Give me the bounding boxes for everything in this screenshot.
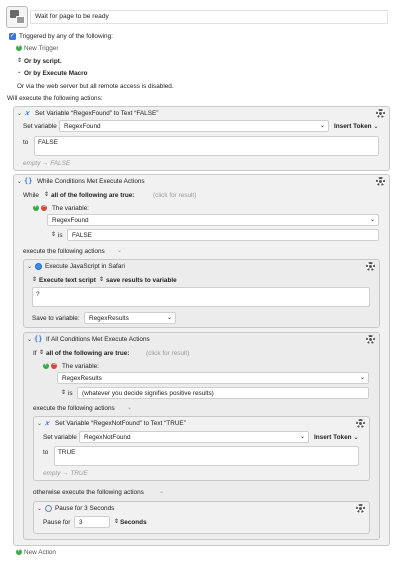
braces-icon: {} — [34, 335, 43, 343]
gear-icon[interactable] — [356, 419, 365, 428]
gear-icon[interactable] — [356, 504, 365, 513]
action-status: empty → FALSE — [23, 160, 71, 167]
safari-icon — [35, 263, 42, 270]
while-label: While — [23, 192, 39, 199]
updown-icon: ⇕ — [17, 58, 23, 64]
chevron-down-icon[interactable]: ⌄ — [127, 405, 132, 411]
pause-unit-select[interactable]: Seconds — [120, 519, 147, 526]
chevron-down-icon: ⌄ — [319, 123, 325, 129]
set-variable-title[interactable]: Set Variable “RegexNotFound” to Text “TR… — [55, 420, 186, 427]
set-variable-label: Set variable — [43, 434, 77, 441]
updown-icon: ⇕ — [61, 390, 67, 396]
if-label: If — [33, 350, 37, 357]
or-by-execute-macro-label[interactable]: Or by Execute Macro — [24, 70, 88, 77]
remove-condition-minus-icon[interactable]: − — [51, 362, 57, 369]
chevron-down-icon: ⌄ — [299, 434, 305, 440]
set-variable-title[interactable]: Set Variable “RegexFound” to Text “FALSE… — [35, 110, 158, 117]
checkbox-icon: ✓ — [10, 33, 16, 39]
insert-token-button[interactable]: Insert Token ⌄ — [314, 434, 359, 441]
condition-mode-select[interactable]: all of the following are true: — [46, 350, 129, 357]
condition-variable-field[interactable]: RegexResults ⌄ — [57, 372, 369, 384]
gear-icon[interactable] — [366, 335, 375, 344]
value-text-area[interactable]: FALSE — [34, 136, 379, 156]
script-mode-select[interactable]: Execute text script — [39, 277, 96, 284]
collapse-chevron-icon[interactable]: ⌄ — [27, 264, 32, 270]
macro-icon — [6, 6, 28, 28]
updown-icon: ⇕ — [114, 519, 120, 525]
chevron-down-icon: ⌄ — [359, 375, 365, 381]
variable-icon: 𝑥 — [45, 418, 49, 427]
new-trigger-plus-icon[interactable]: + — [16, 44, 22, 51]
chevron-down-icon: ⌄ — [371, 123, 379, 130]
execute-actions-label: execute the following actions — [33, 405, 115, 412]
chevron-down-icon[interactable]: ⌄ — [159, 489, 164, 495]
save-to-variable-field[interactable]: RegexResults ⌄ — [84, 312, 176, 324]
action-status: empty → TRUE — [43, 470, 88, 477]
will-execute-label: Will execute the following actions: — [7, 95, 103, 102]
execute-actions-label: execute the following actions — [23, 248, 105, 255]
variable-name-field[interactable]: RegexNotFound ⌄ — [79, 431, 309, 443]
new-action-link[interactable]: New Action — [24, 549, 56, 556]
condition-type-label: The variable: — [62, 363, 99, 370]
condition-value-field[interactable]: FALSE — [67, 229, 379, 241]
condition-value-field[interactable]: (whatever you decide signifies positive … — [77, 387, 369, 399]
set-variable-label: Set variable — [23, 123, 57, 130]
triggered-label: Triggered by any of the following: — [19, 33, 113, 40]
braces-icon: {} — [24, 177, 33, 185]
clock-icon — [45, 505, 52, 512]
triggered-checkbox[interactable]: ✓ — [9, 33, 16, 40]
new-action-plus-icon[interactable]: + — [16, 548, 22, 555]
collapse-chevron-icon[interactable]: ⌄ — [27, 337, 32, 343]
pause-title[interactable]: Pause for 3 Seconds — [55, 505, 114, 512]
add-condition-plus-icon[interactable]: + — [43, 362, 49, 369]
macro-title[interactable]: Wait for page to be ready — [30, 10, 388, 24]
add-condition-plus-icon[interactable]: + — [33, 204, 39, 211]
pause-for-label: Pause for — [43, 519, 71, 526]
script-text-area[interactable]: ? — [32, 287, 370, 307]
condition-operator-select[interactable]: is — [68, 390, 73, 397]
otherwise-actions-label: otherwise execute the following actions — [33, 489, 144, 496]
collapse-chevron-icon[interactable]: ⌄ — [17, 111, 22, 117]
remove-condition-minus-icon[interactable]: − — [41, 204, 47, 211]
chevron-down-icon: ⌄ — [17, 69, 22, 75]
to-label: to — [23, 139, 29, 146]
collapse-chevron-icon[interactable]: ⌄ — [17, 179, 22, 185]
chevron-down-icon: ⌄ — [166, 315, 172, 321]
save-to-label: Save to variable: — [32, 315, 80, 322]
condition-operator-select[interactable]: is — [58, 232, 63, 239]
condition-type-label: The variable: — [52, 205, 89, 212]
chevron-down-icon: ⌄ — [351, 434, 359, 441]
updown-icon: ⇕ — [99, 277, 105, 283]
updown-icon: ⇕ — [51, 232, 57, 238]
gear-icon[interactable] — [366, 262, 375, 271]
if-title[interactable]: If All Conditions Met Execute Actions — [46, 336, 150, 343]
web-server-note: Or via the web server but all remote acc… — [17, 83, 174, 90]
chevron-down-icon[interactable]: ⌄ — [117, 248, 122, 254]
condition-mode-select[interactable]: all of the following are true: — [51, 192, 134, 199]
insert-token-button[interactable]: Insert Token ⌄ — [334, 123, 379, 130]
condition-variable-field[interactable]: RegexFound ⌄ — [47, 214, 379, 226]
while-title[interactable]: While Conditions Met Execute Actions — [37, 178, 145, 185]
updown-icon: ⇕ — [44, 192, 50, 198]
click-for-result[interactable]: (click for result) — [153, 192, 196, 199]
click-for-result[interactable]: (click for result) — [146, 350, 189, 357]
new-trigger-link[interactable]: New Trigger — [24, 45, 58, 52]
javascript-title[interactable]: Execute JavaScript in Safari — [45, 263, 125, 270]
to-label: to — [43, 449, 49, 456]
chevron-down-icon: ⌄ — [369, 217, 375, 223]
variable-icon: 𝑥 — [25, 108, 29, 117]
variable-name-field[interactable]: RegexFound ⌄ — [59, 120, 329, 132]
updown-icon: ⇕ — [39, 350, 45, 356]
or-by-script-label[interactable]: Or by script. — [24, 58, 62, 65]
gear-icon[interactable] — [376, 109, 385, 118]
pause-amount-field[interactable]: 3 — [74, 516, 110, 528]
updown-icon: ⇕ — [32, 277, 38, 283]
value-text-area[interactable]: TRUE — [54, 446, 359, 466]
save-mode-select[interactable]: save results to variable — [106, 277, 177, 284]
collapse-chevron-icon[interactable]: ⌄ — [37, 421, 42, 427]
gear-icon[interactable] — [376, 177, 385, 186]
collapse-chevron-icon[interactable]: ⌄ — [37, 506, 42, 512]
